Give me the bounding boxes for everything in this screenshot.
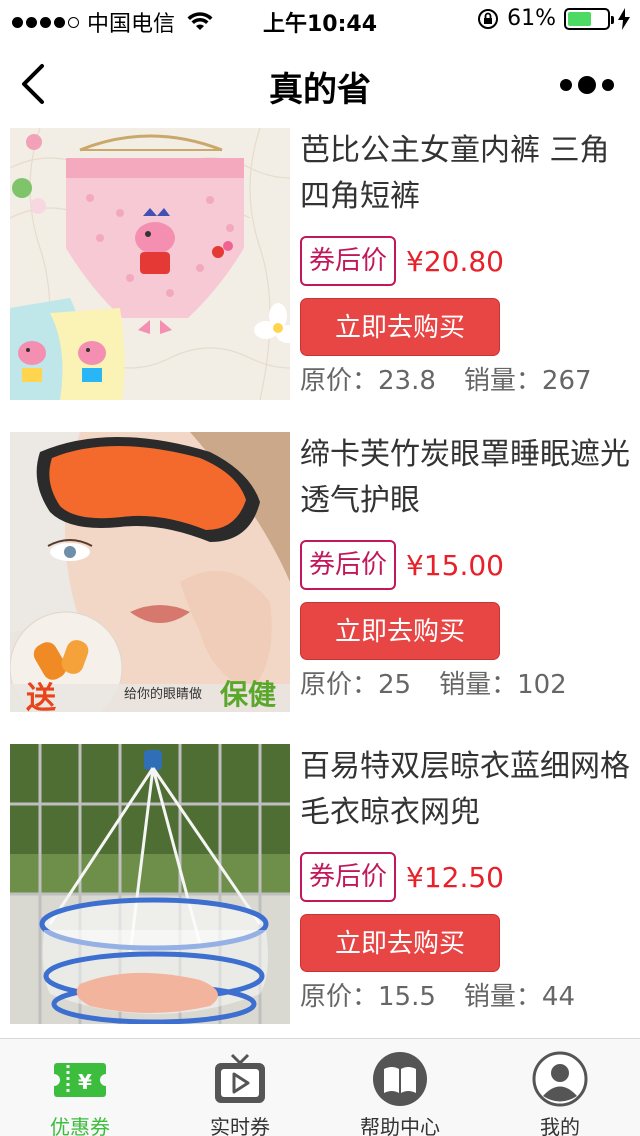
coupon-price: ¥20.80	[406, 244, 504, 278]
battery-icon	[564, 7, 614, 30]
status-right: 61%	[477, 6, 630, 31]
original-price-row: 原价：25 销量：102	[300, 664, 630, 701]
promo-slogan-text: 给你的眼睛做	[124, 686, 202, 702]
product-info: 芭比公主女童内裤 三角四角短裤 券后价 ¥20.80 立即去购买 原价：23.8…	[300, 128, 630, 397]
price-row: 券后价 ¥20.80	[300, 236, 630, 286]
product-list: 芭比公主女童内裤 三角四角短裤 券后价 ¥20.80 立即去购买 原价：23.8…	[0, 128, 640, 1038]
original-price-row: 原价：23.8 销量：267	[300, 360, 630, 397]
buy-now-button[interactable]: 立即去购买	[300, 602, 500, 660]
product-info: 百易特双层晾衣蓝细网格毛衣晾衣网兜 券后价 ¥12.50 立即去购买 原价：15…	[300, 744, 630, 1013]
tab-label: 实时券	[210, 1115, 270, 1136]
product-image-eye-mask[interactable]: 送 给你的眼睛做 保健	[10, 432, 290, 712]
product-card[interactable]: 百易特双层晾衣蓝细网格毛衣晾衣网兜 券后价 ¥12.50 立即去购买 原价：15…	[0, 744, 640, 1034]
original-price: 原价：23.8	[300, 366, 436, 396]
product-image-drying-net[interactable]	[10, 744, 290, 1024]
coupon-icon: ¥	[52, 1063, 108, 1097]
tab-realtime[interactable]: 实时券	[160, 1039, 320, 1136]
product-card[interactable]: 芭比公主女童内裤 三角四角短裤 券后价 ¥20.80 立即去购买 原价：23.8…	[0, 128, 640, 418]
nav-bar: 真的省	[0, 40, 640, 128]
book-icon	[373, 1052, 427, 1106]
status-bar: 中国电信 上午10:44 61%	[0, 0, 640, 40]
promo-gift-text: 送	[26, 681, 56, 712]
original-price: 原价：25	[300, 670, 412, 700]
tab-label: 帮助中心	[360, 1115, 440, 1136]
coupon-price-tag: 券后价	[300, 540, 396, 590]
svg-text:¥: ¥	[78, 1070, 92, 1094]
product-image-underwear[interactable]	[10, 128, 290, 400]
buy-now-button[interactable]: 立即去购买	[300, 914, 500, 972]
coupon-price-tag: 券后价	[300, 236, 396, 286]
user-icon	[532, 1051, 588, 1107]
original-price: 原价：15.5	[300, 982, 436, 1012]
sales-count: 销量：267	[463, 366, 592, 396]
tab-bar: ¥ 优惠券 实时券 帮助中心 我的	[0, 1038, 640, 1136]
coupon-price-tag: 券后价	[300, 852, 396, 902]
coupon-price: ¥12.50	[406, 860, 504, 894]
buy-now-button[interactable]: 立即去购买	[300, 298, 500, 356]
tab-mine[interactable]: 我的	[480, 1039, 640, 1136]
price-row: 券后价 ¥15.00	[300, 540, 630, 590]
tab-label: 我的	[540, 1115, 580, 1136]
more-dots-icon	[560, 79, 572, 91]
tab-coupons[interactable]: ¥ 优惠券	[0, 1039, 160, 1136]
product-title[interactable]: 缔卡芙竹炭眼罩睡眠遮光透气护眼	[300, 432, 630, 524]
promo-brand-text: 保健	[220, 678, 276, 711]
product-card[interactable]: 送 给你的眼睛做 保健 缔卡芙竹炭眼罩睡眠遮光透气护眼 券后价 ¥15.00 立…	[0, 432, 640, 722]
product-info: 缔卡芙竹炭眼罩睡眠遮光透气护眼 券后价 ¥15.00 立即去购买 原价：25 销量…	[300, 432, 630, 701]
more-button[interactable]	[560, 76, 614, 94]
orientation-lock-icon	[478, 8, 499, 29]
coupon-price: ¥15.00	[406, 548, 504, 582]
tv-play-icon	[215, 1053, 265, 1103]
sales-count: 销量：102	[439, 670, 567, 700]
original-price-row: 原价：15.5 销量：44	[300, 976, 630, 1013]
sales-count: 销量：44	[463, 982, 575, 1012]
product-title[interactable]: 百易特双层晾衣蓝细网格毛衣晾衣网兜	[300, 744, 630, 836]
tab-help-center[interactable]: 帮助中心	[320, 1039, 480, 1136]
charging-icon	[618, 7, 630, 30]
price-row: 券后价 ¥12.50	[300, 852, 630, 902]
page-title: 真的省	[269, 70, 371, 110]
product-title[interactable]: 芭比公主女童内裤 三角四角短裤	[300, 128, 630, 220]
battery-percent: 61%	[507, 6, 556, 31]
tab-label: 优惠券	[50, 1115, 110, 1136]
